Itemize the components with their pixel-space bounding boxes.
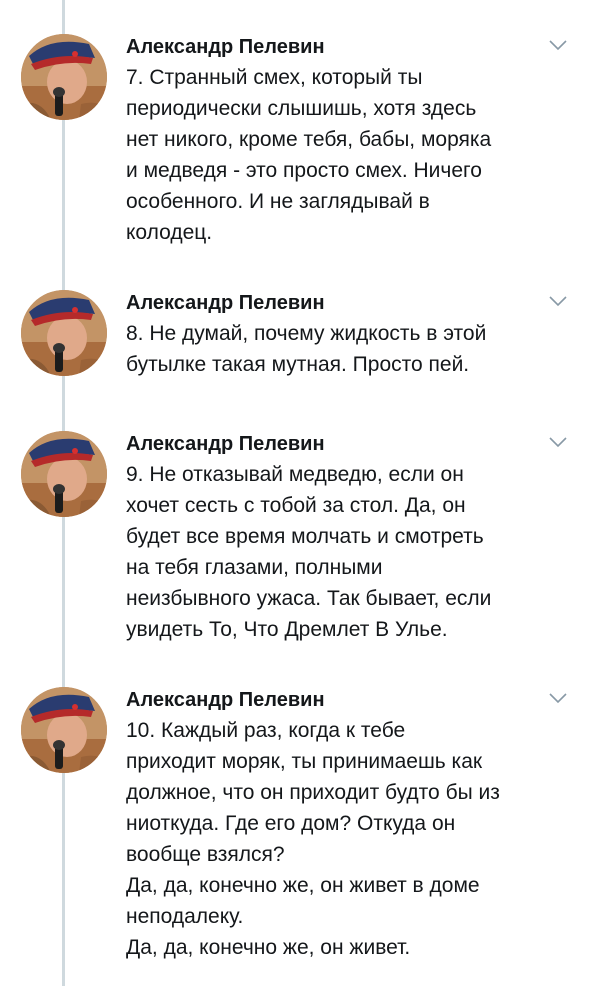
tweet-text: 9. Не отказывай медведю, если он хочет с… [126, 459, 566, 645]
tweet-text-line: и медведя - это просто смех. Ничего [126, 159, 482, 182]
tweet-text-line: Да, да, конечно же, он живет. [126, 936, 411, 959]
tweet-text-line: Да, да, конечно же, он живет в доме [126, 874, 480, 897]
tweet-text: 8. Не думай, почему жидкость в этой буты… [126, 318, 566, 380]
tweet-text-line: 9. Не отказывай медведю, если он [126, 463, 464, 486]
chevron-down-icon[interactable] [548, 691, 568, 705]
tweet-text-line: должное, что он приходит будто бы из [126, 781, 500, 804]
tweet-text-line: неизбывного ужаса. Так бывает, если [126, 587, 492, 610]
tweet-text-line: вообще взялся? [126, 843, 285, 866]
user-avatar-icon[interactable] [21, 431, 107, 517]
tweet-text-line: 7. Странный смех, который ты [126, 66, 423, 89]
tweet-text-line: особенного. И не заглядывай в [126, 190, 430, 213]
tweet-text-line: нет никого, кроме тебя, бабы, моряка [126, 128, 492, 151]
tweet-text-line: ниоткуда. Где его дом? Откуда он [126, 812, 456, 835]
author-name[interactable]: Александр Пелевин [126, 431, 325, 457]
tweet-text-line: хочет сесть с тобой за стол. Да, он [126, 494, 466, 517]
author-name[interactable]: Александр Пелевин [126, 34, 325, 60]
chevron-down-icon[interactable] [548, 38, 568, 52]
tweet-text: 10. Каждый раз, когда к тебе приходит мо… [126, 715, 566, 963]
tweet-text-line: 10. Каждый раз, когда к тебе [126, 719, 406, 742]
tweet-text-line: приходит моряк, ты принимаешь как [126, 750, 483, 773]
chevron-down-icon[interactable] [548, 294, 568, 308]
author-name[interactable]: Александр Пелевин [126, 290, 325, 316]
user-avatar-icon[interactable] [21, 34, 107, 120]
tweet-text-line: 8. Не думай, почему жидкость в этой [126, 322, 487, 345]
user-avatar-icon[interactable] [21, 290, 107, 376]
author-name[interactable]: Александр Пелевин [126, 687, 325, 713]
chevron-down-icon[interactable] [548, 435, 568, 449]
tweet-thread: Александр Пелевин 7. Странный смех, кото… [0, 0, 591, 986]
tweet-text-line: колодец. [126, 221, 213, 244]
tweet-text-line: на тебя глазами, полными [126, 556, 383, 579]
tweet-text-line: увидеть То, Что Дремлет В Улье. [126, 618, 448, 641]
user-avatar-icon[interactable] [21, 687, 107, 773]
tweet-text-line: периодически слышишь, хотя здесь [126, 97, 477, 120]
tweet-text: 7. Странный смех, который ты периодическ… [126, 62, 566, 248]
tweet-text-line: будет все время молчать и смотреть [126, 525, 484, 548]
tweet-text-line: бутылке такая мутная. Просто пей. [126, 353, 470, 376]
tweet-text-line: неподалеку. [126, 905, 244, 928]
